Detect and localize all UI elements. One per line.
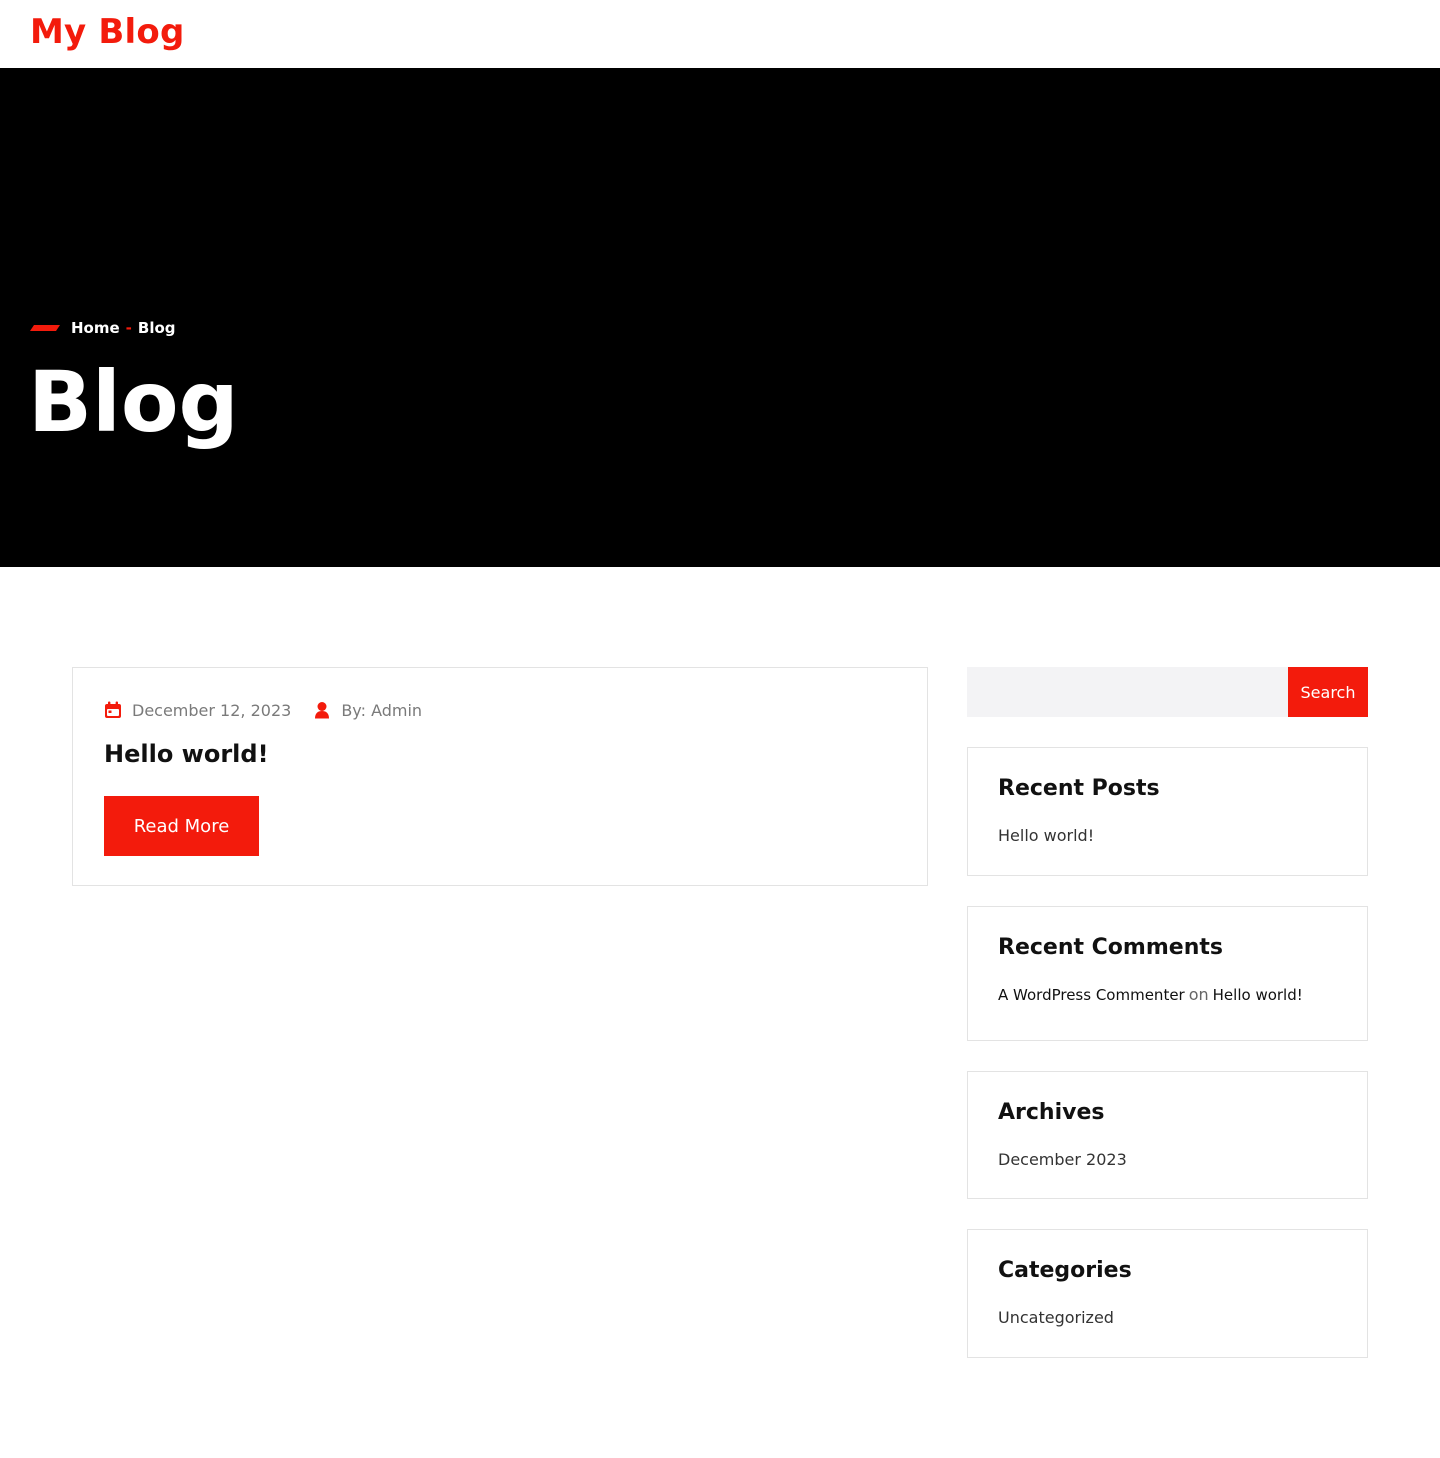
archives-widget: Archives December 2023: [967, 1071, 1368, 1199]
post-card: December 12, 2023 By: Admin Hello world!…: [72, 667, 928, 886]
recent-posts-widget: Recent Posts Hello world!: [967, 747, 1368, 876]
read-more-button[interactable]: Read More: [104, 796, 259, 856]
search-input[interactable]: [967, 667, 1288, 717]
breadcrumb: Home - Blog: [30, 318, 176, 338]
calendar-icon: [105, 701, 121, 718]
recent-comment-item: A WordPress Commenter on Hello world!: [998, 985, 1303, 1004]
breadcrumb-home-link[interactable]: Home: [71, 319, 120, 337]
categories-widget: Categories Uncategorized: [967, 1229, 1368, 1358]
recent-post-link[interactable]: Hello world!: [998, 826, 1094, 845]
breadcrumb-separator: -: [125, 319, 132, 337]
recent-comments-widget: Recent Comments A WordPress Commenter on H…: [967, 906, 1368, 1041]
post-title-link[interactable]: Hello world!: [104, 740, 269, 768]
page-hero: Home - Blog Blog: [0, 68, 1440, 567]
slash-accent-icon: [30, 325, 60, 331]
post-date-link[interactable]: December 12, 2023: [132, 701, 291, 720]
post-meta: December 12, 2023 By: Admin: [104, 698, 422, 722]
comment-on-text: on: [1188, 985, 1209, 1004]
widget-title: Archives: [998, 1100, 1105, 1125]
category-link[interactable]: Uncategorized: [998, 1308, 1114, 1327]
breadcrumb-current: Blog: [137, 319, 176, 337]
site-header: My Blog: [0, 0, 1440, 68]
comment-post-link[interactable]: Hello world!: [1213, 986, 1303, 1004]
widget-title: Recent Posts: [998, 776, 1160, 801]
user-icon: [315, 702, 330, 719]
archive-link[interactable]: December 2023: [998, 1150, 1127, 1169]
site-title[interactable]: My Blog: [30, 12, 185, 52]
search-form: Search: [967, 667, 1368, 717]
widget-title: Recent Comments: [998, 935, 1223, 960]
post-author[interactable]: By: Admin: [341, 701, 422, 720]
widget-title: Categories: [998, 1258, 1132, 1283]
comment-author-link[interactable]: A WordPress Commenter: [998, 986, 1185, 1004]
search-button[interactable]: Search: [1288, 667, 1368, 717]
page-title: Blog: [28, 353, 239, 451]
